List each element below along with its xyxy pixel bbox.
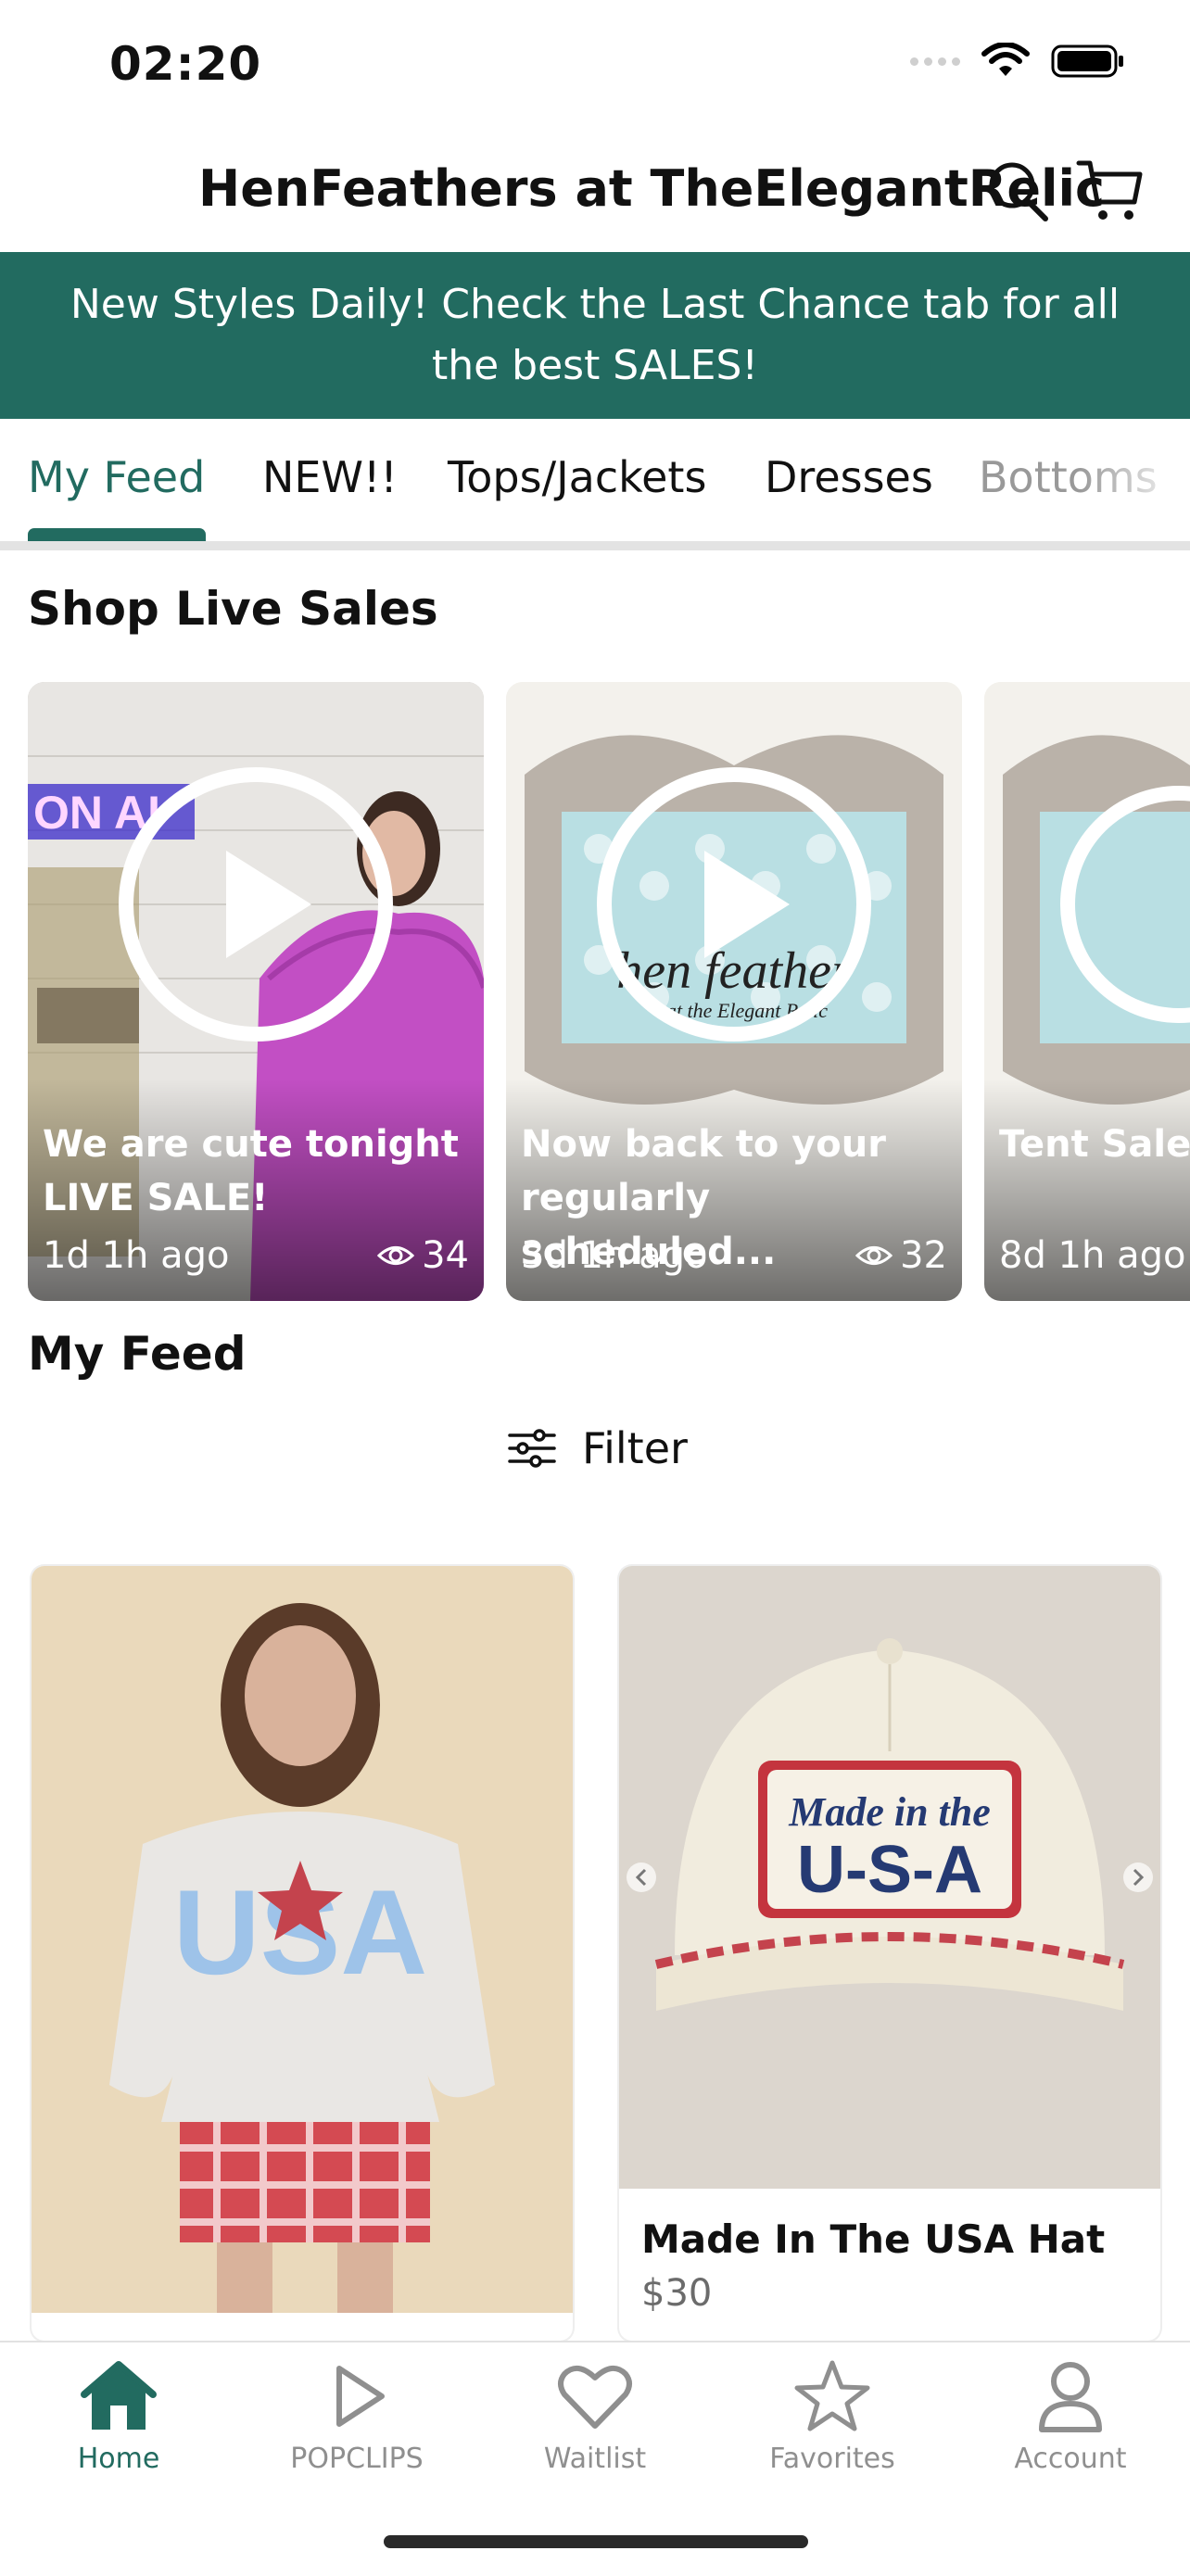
live-card-age: 8d 1h ago (999, 1234, 1186, 1277)
feed-heading: My Feed (28, 1327, 247, 1381)
hat-patch-line2: U-S-A (797, 1833, 982, 1907)
battery-icon (1051, 44, 1123, 78)
eye-icon (855, 1246, 893, 1265)
person-icon (1039, 2362, 1102, 2432)
star-icon (794, 2360, 870, 2431)
nav-account[interactable]: Account (964, 2359, 1177, 2475)
store-title: HenFeathers at TheElegantRelic (198, 159, 1106, 218)
live-card-views: 32 (855, 1234, 947, 1277)
cart-icon[interactable] (1075, 156, 1146, 226)
status-time: 02:20 (109, 37, 262, 91)
play-icon[interactable] (595, 765, 873, 1043)
status-icons (910, 43, 1125, 80)
play-icon[interactable] (117, 765, 395, 1043)
nav-label: Account (1014, 2443, 1127, 2475)
live-card-title: We are cute tonight LIVE SALE! (43, 1123, 459, 1219)
category-tabs: My Feed NEW!! Tops/Jackets Dresses Botto… (0, 419, 1190, 539)
tab-dresses[interactable]: Dresses (765, 452, 933, 502)
tab-tops-jackets[interactable]: Tops/Jackets (448, 452, 706, 502)
nav-label: Home (77, 2443, 160, 2475)
filter-icon (508, 1429, 556, 1468)
play-icon (336, 2366, 385, 2427)
tab-my-feed[interactable]: My Feed (28, 452, 205, 502)
tabs-fade (1079, 419, 1190, 539)
home-icon (81, 2361, 157, 2430)
live-card-views: 34 (377, 1234, 469, 1277)
eye-icon (377, 1246, 415, 1265)
live-card-title: Tent Sale L... Take 2!!! (999, 1123, 1190, 1166)
filter-label: Filter (582, 1423, 688, 1473)
search-icon[interactable] (982, 156, 1053, 226)
live-card[interactable]: ON AI We are cute tonight LIVE SALE! 1d … (28, 682, 484, 1301)
live-card[interactable]: hen feather at the Elegant Relic Now bac… (506, 682, 962, 1301)
heart-icon (558, 2366, 632, 2429)
wifi-icon (981, 43, 1030, 76)
live-card-age: 3d 1h ago (521, 1234, 708, 1277)
product-name: Made In The USA Hat (641, 2216, 1106, 2262)
product-card[interactable]: USA (32, 1566, 573, 2341)
filter-button[interactable]: Filter (506, 1423, 688, 1473)
nav-label: Favorites (769, 2443, 895, 2475)
product-image: USA (32, 1566, 573, 2313)
nav-favorites[interactable]: Favorites (726, 2359, 939, 2475)
live-card-age: 1d 1h ago (43, 1234, 230, 1277)
home-indicator[interactable] (384, 2535, 808, 2548)
tabs-divider (0, 541, 1190, 550)
product-image: Made in the U-S-A (619, 1566, 1160, 2189)
signal-icon (910, 57, 960, 66)
live-sales-heading: Shop Live Sales (28, 582, 438, 636)
nav-home[interactable]: Home (12, 2359, 225, 2475)
tab-new[interactable]: NEW!! (262, 452, 398, 502)
nav-label: POPCLIPS (290, 2443, 424, 2475)
promo-banner[interactable]: New Styles Daily! Check the Last Chance … (0, 252, 1190, 419)
hat-patch-line1: Made in the (788, 1789, 991, 1835)
live-card[interactable]: Tent Sale L... Take 2!!! 8d 1h ago (984, 682, 1190, 1301)
nav-label: Waitlist (543, 2443, 647, 2475)
nav-popclips[interactable]: POPCLIPS (250, 2359, 463, 2475)
product-price: $30 (641, 2272, 713, 2315)
product-card[interactable]: Made in the U-S-A Made In The USA Hat $3… (619, 1566, 1160, 2341)
nav-waitlist[interactable]: Waitlist (488, 2359, 702, 2475)
active-tab-indicator (28, 528, 206, 541)
